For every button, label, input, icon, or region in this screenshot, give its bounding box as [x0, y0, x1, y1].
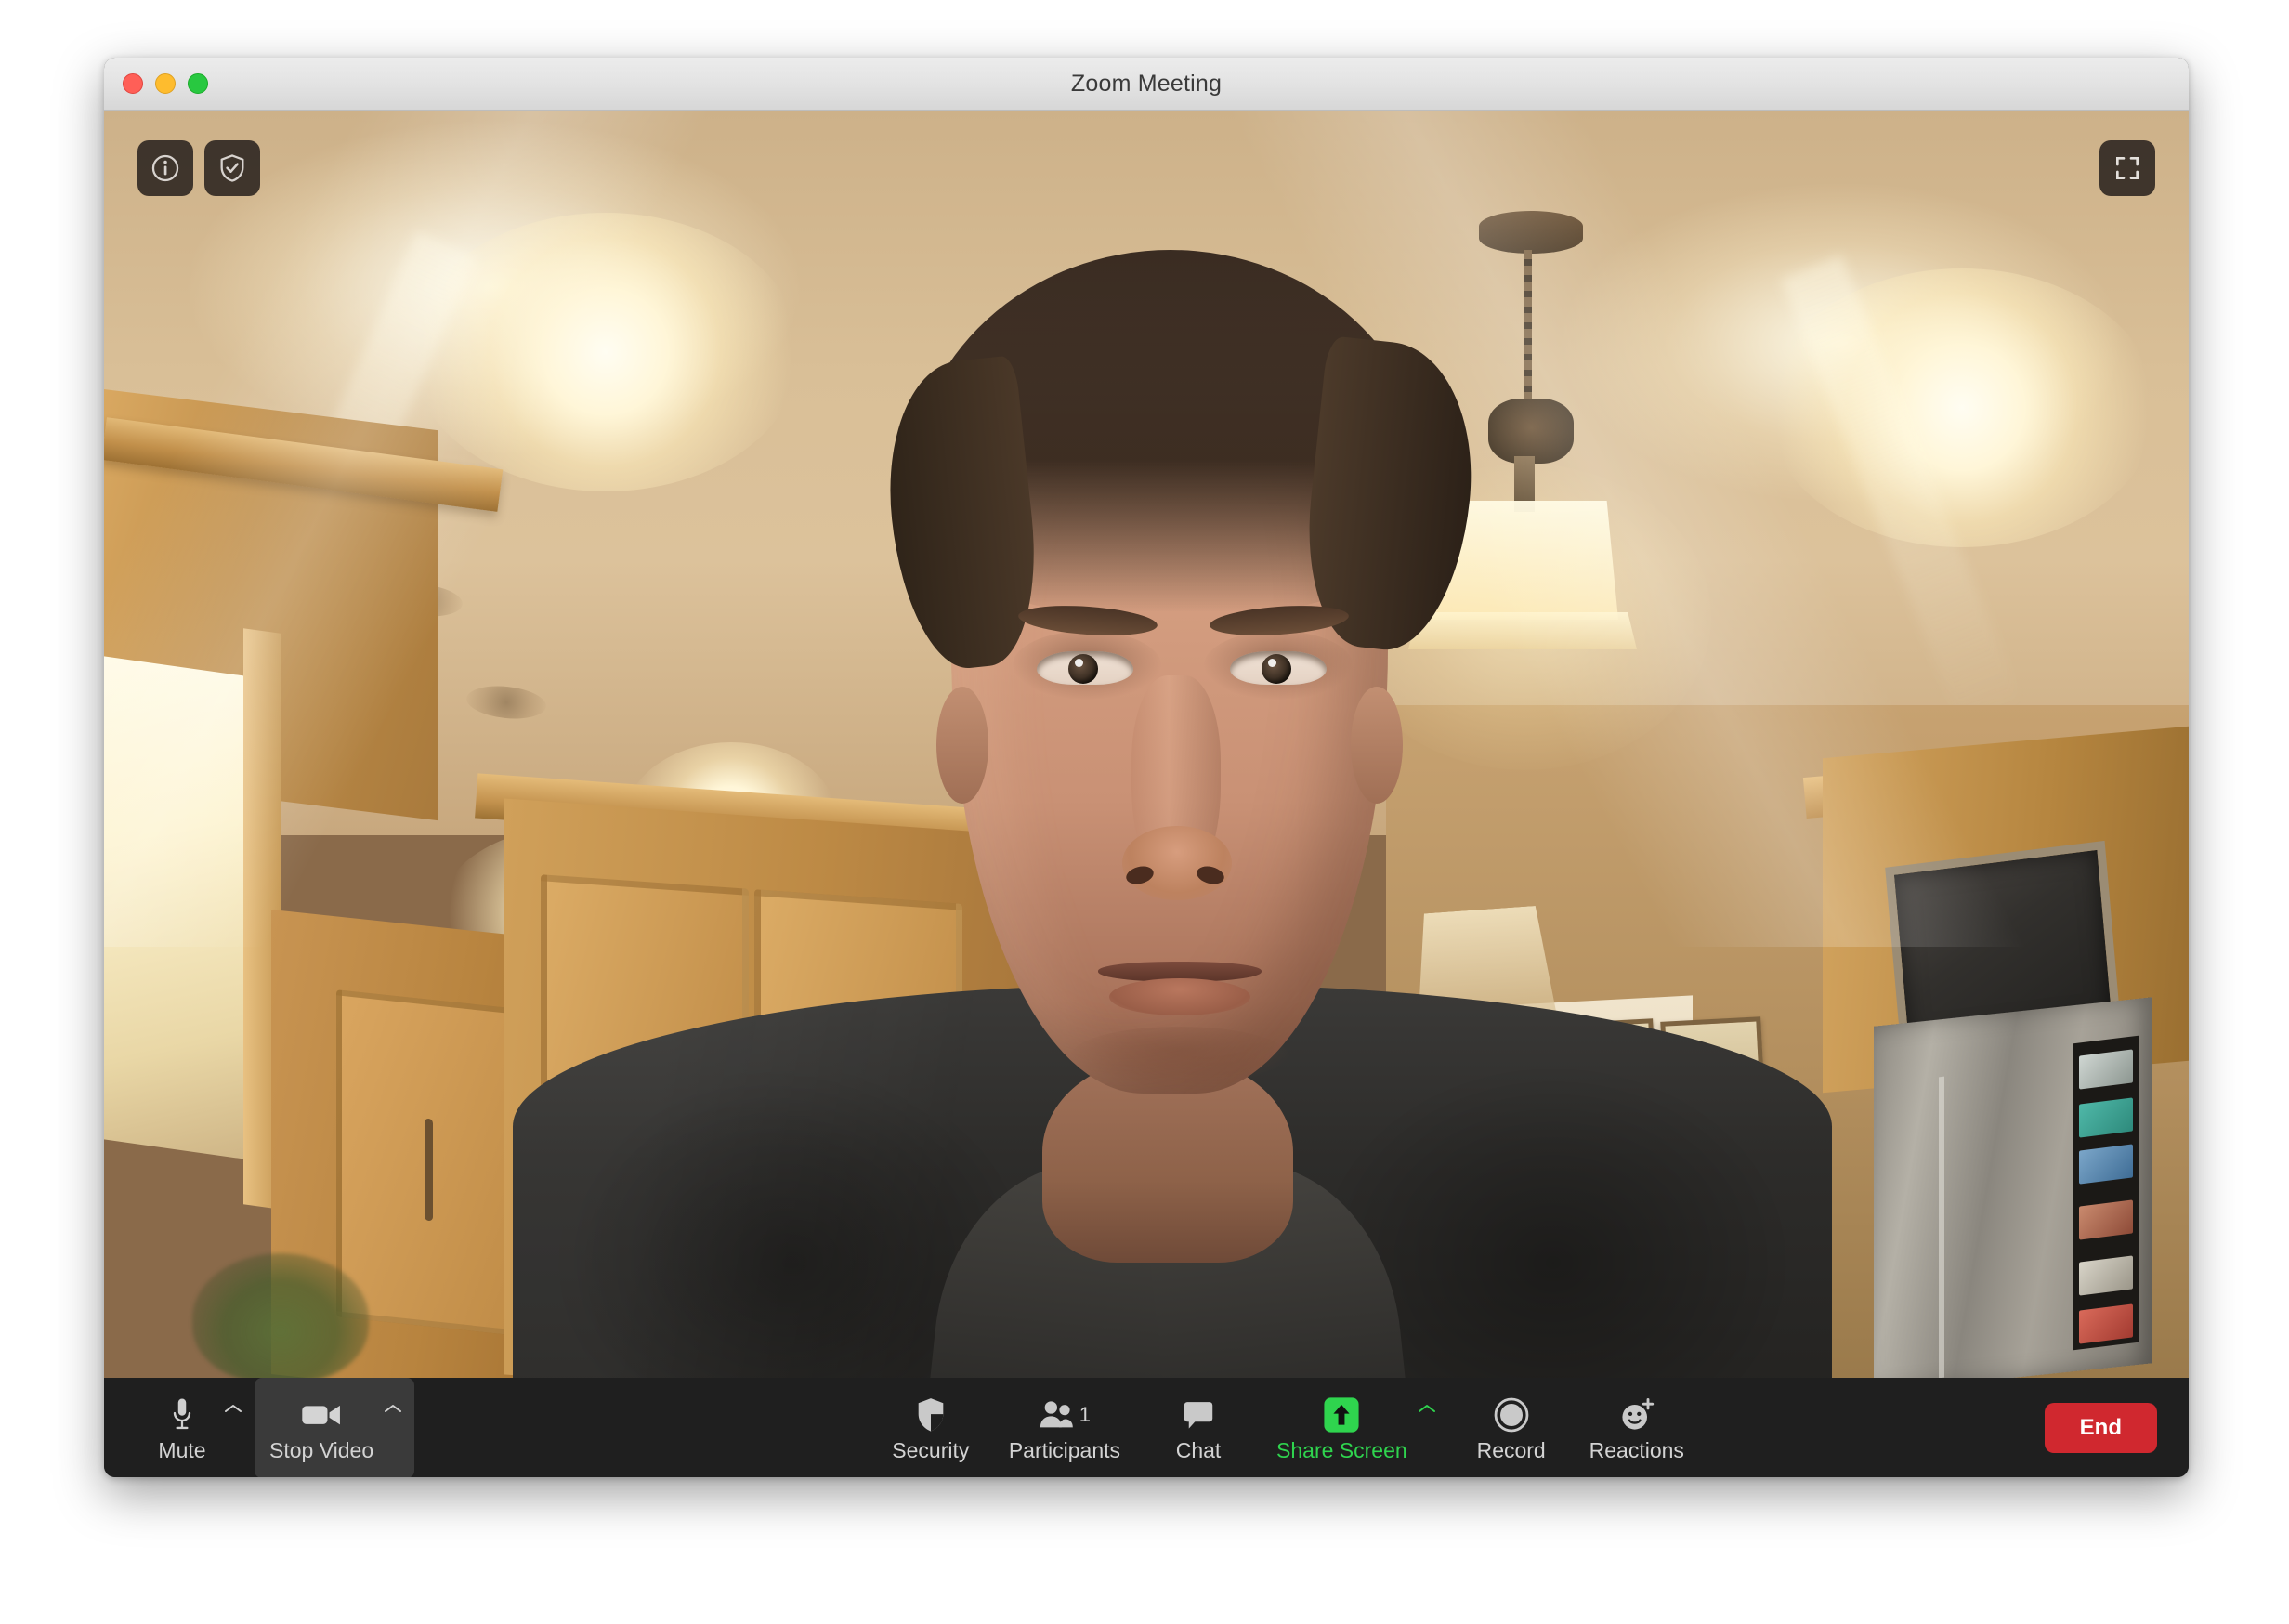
record-glyph [1494, 1397, 1528, 1432]
nose-tip [1122, 826, 1232, 900]
lower-lip [1109, 978, 1250, 1015]
participants-label: Participants [1008, 1437, 1121, 1462]
stop-video-button[interactable]: Stop Video [255, 1378, 415, 1477]
end-meeting-button[interactable]: End [2044, 1402, 2157, 1454]
video-options-chevron-up-icon[interactable] [383, 1402, 403, 1415]
reactions-glyph [1622, 1397, 1654, 1430]
toolbar-right-group: End [2044, 1378, 2157, 1477]
ear-left [936, 687, 988, 804]
security-label: Security [892, 1437, 970, 1462]
share-screen-label: Share Screen [1276, 1437, 1407, 1462]
chin-shading [1070, 1027, 1289, 1086]
chat-bubble-glyph [1184, 1401, 1213, 1429]
mute-button[interactable]: Mute [136, 1378, 255, 1477]
iris-left [1068, 654, 1098, 684]
share-screen-button[interactable]: Share Screen [1262, 1378, 1448, 1477]
mute-label: Mute [158, 1437, 206, 1462]
desktop-backdrop: Zoom Meeting Mute Stop Video Security 1 … [0, 0, 2289, 1624]
video-camera-icon [301, 1395, 342, 1434]
share-screen-icon [1323, 1395, 1360, 1434]
zoom-meeting-window: Zoom Meeting Mute Stop Video Security 1 … [104, 58, 2189, 1477]
meeting-toolbar: Mute Stop Video Security 1 Participants … [104, 1378, 2189, 1477]
encryption-status-button[interactable] [204, 140, 260, 196]
window-controls [123, 58, 208, 110]
stop-video-label: Stop Video [269, 1437, 374, 1462]
reactions-icon [1618, 1395, 1655, 1434]
microphone-icon [168, 1395, 196, 1434]
record-icon [1494, 1395, 1529, 1434]
record-label: Record [1476, 1437, 1546, 1462]
close-window-button[interactable] [123, 73, 143, 94]
shield-icon [915, 1395, 947, 1434]
share-screen-glyph [1324, 1396, 1359, 1433]
people-glyph [1040, 1400, 1073, 1427]
record-button[interactable]: Record [1452, 1378, 1571, 1477]
reactions-label: Reactions [1589, 1437, 1684, 1462]
toolbar-center-group: Security 1 Participants Chat Share Scree… [526, 1378, 2045, 1477]
chat-bubble-icon [1182, 1395, 1215, 1434]
iris-right [1262, 654, 1291, 684]
minimize-window-button[interactable] [155, 73, 176, 94]
meeting-info-button[interactable] [137, 140, 193, 196]
self-view-video[interactable] [104, 111, 2189, 1378]
reactions-button[interactable]: Reactions [1575, 1378, 1699, 1477]
fullscreen-icon [2116, 157, 2139, 179]
security-button[interactable]: Security [871, 1378, 990, 1477]
people-icon: 1 [1039, 1395, 1091, 1434]
info-icon [151, 154, 179, 182]
chat-button[interactable]: Chat [1139, 1378, 1258, 1477]
participants-button[interactable]: 1 Participants [994, 1378, 1135, 1477]
participants-count: 1 [1079, 1402, 1092, 1426]
shield-check-icon [220, 154, 244, 182]
chat-label: Chat [1175, 1437, 1222, 1462]
audio-options-chevron-up-icon[interactable] [223, 1402, 243, 1415]
share-options-chevron-up-icon[interactable] [1417, 1402, 1437, 1415]
enter-fullscreen-button[interactable] [2099, 140, 2155, 196]
toolbar-left-group: Mute Stop Video [136, 1378, 415, 1477]
video-camera-glyph [302, 1405, 340, 1424]
ear-right [1351, 687, 1403, 804]
title-bar: Zoom Meeting [104, 58, 2189, 111]
eye-right [1230, 651, 1327, 685]
window-title: Zoom Meeting [1070, 70, 1223, 97]
shield-glyph [918, 1397, 944, 1432]
participant-self-view-person [104, 111, 2189, 1378]
microphone-glyph [173, 1398, 191, 1429]
eye-left [1037, 651, 1133, 685]
maximize-window-button[interactable] [188, 73, 208, 94]
